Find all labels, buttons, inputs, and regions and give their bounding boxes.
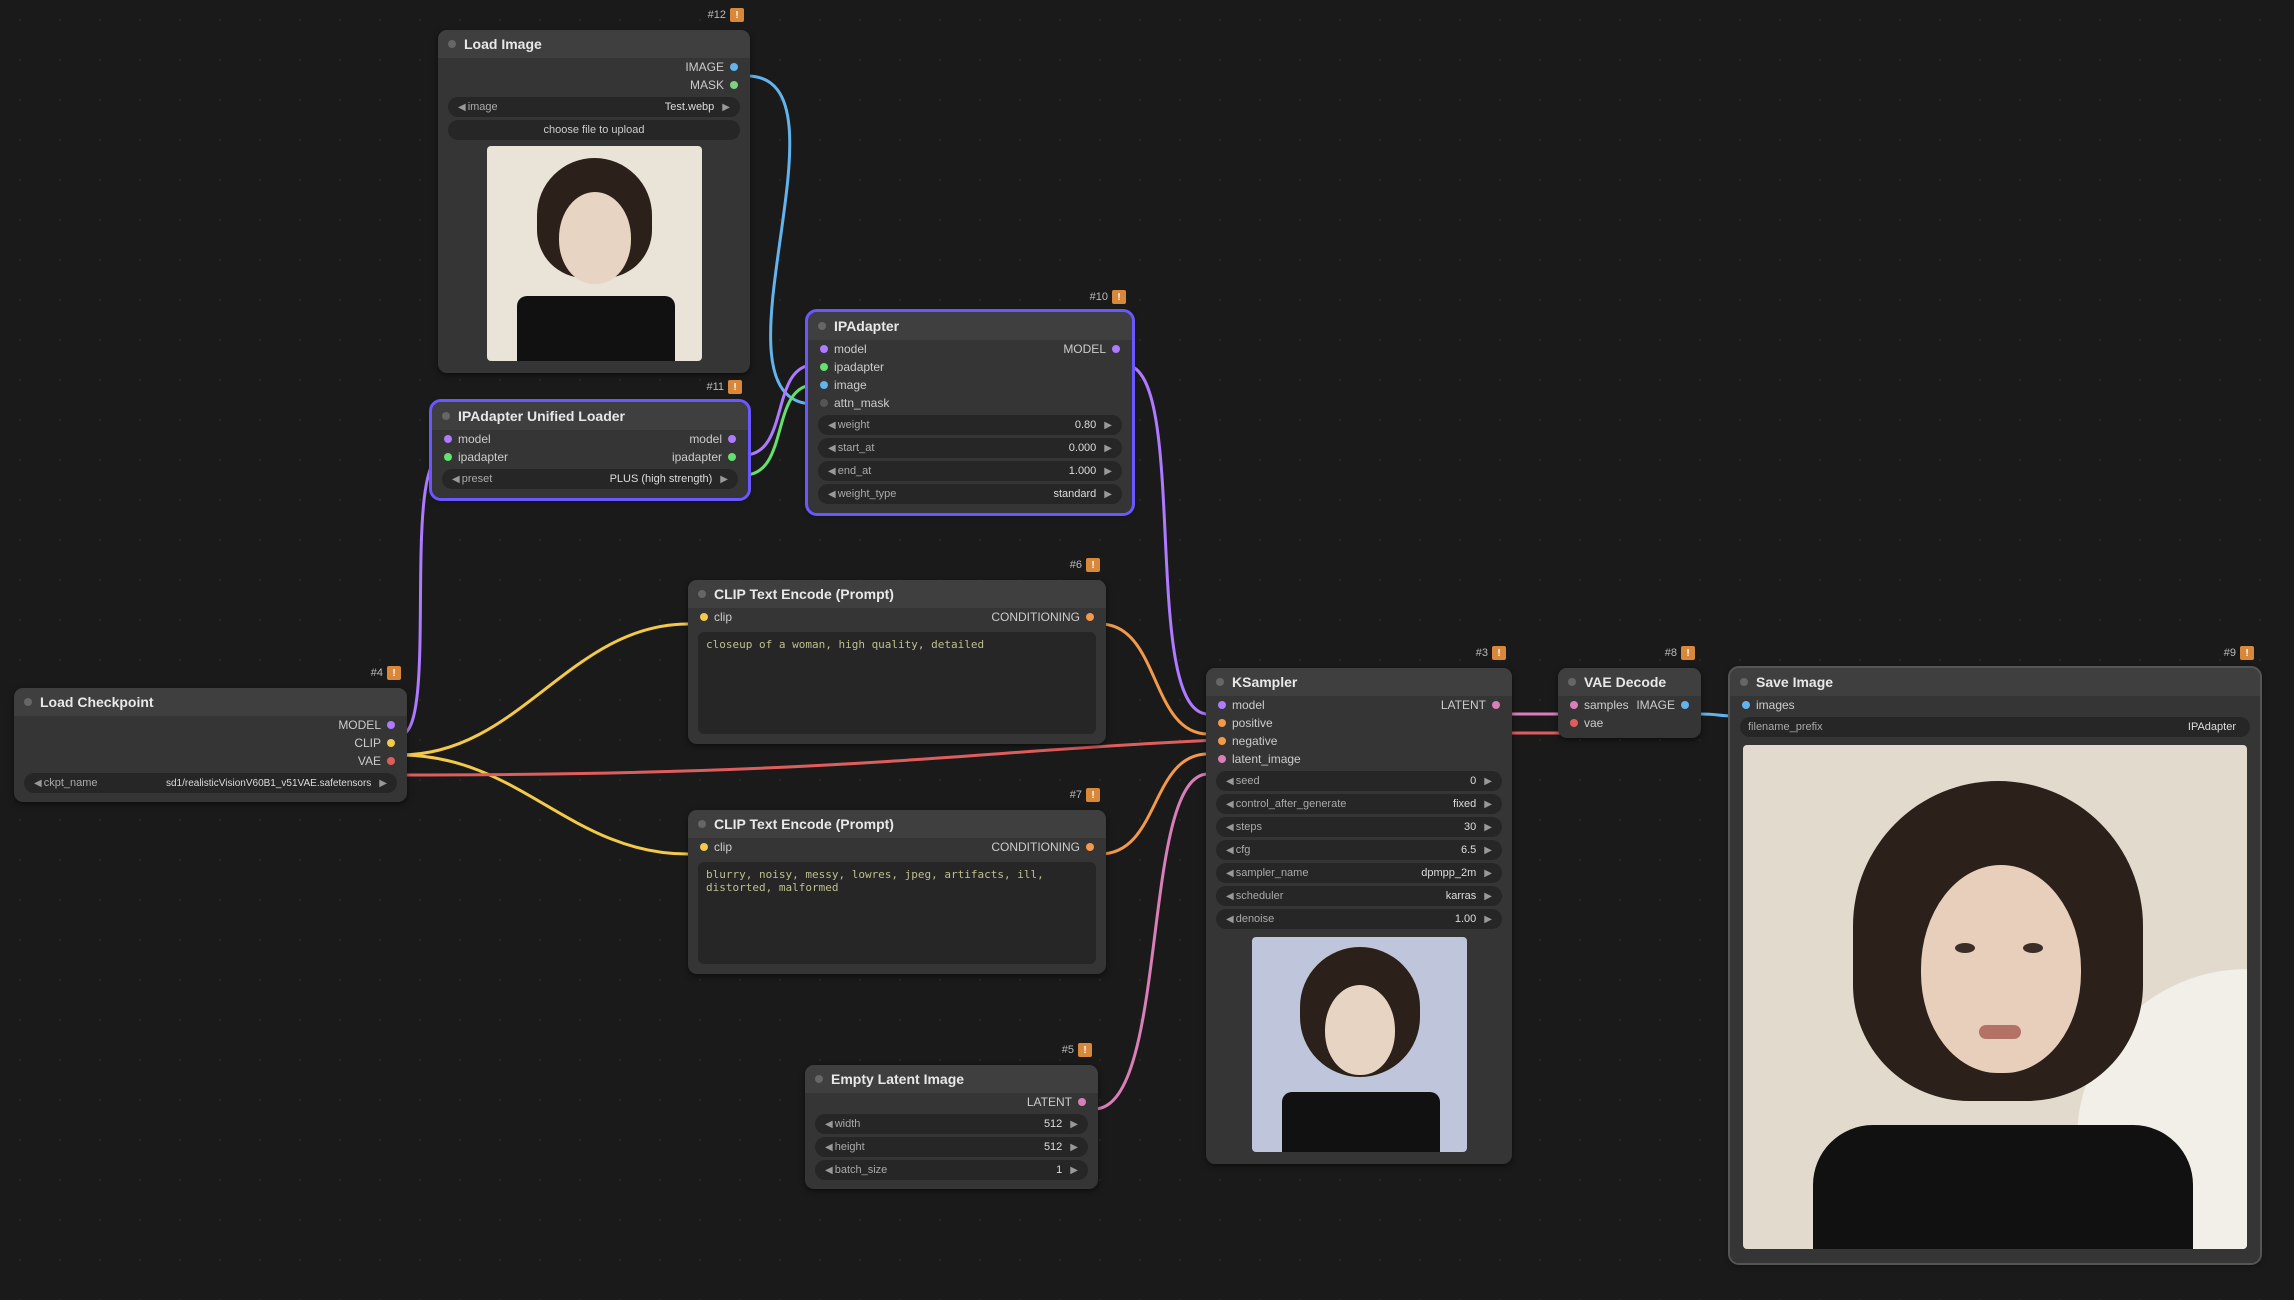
widget-width[interactable]: ◀width512▶ bbox=[815, 1114, 1088, 1134]
widget-height[interactable]: ◀height512▶ bbox=[815, 1137, 1088, 1157]
node-ipadapter-unified-loader[interactable]: #11! IPAdapter Unified Loader model mode… bbox=[432, 402, 748, 498]
node-title: IPAdapter bbox=[834, 318, 899, 334]
node-badge: #4! bbox=[371, 666, 401, 680]
node-badge: #12! bbox=[708, 8, 744, 22]
output-conditioning: CONDITIONING bbox=[991, 610, 1080, 624]
widget-sampler-name[interactable]: ◀sampler_namedpmpp_2m▶ bbox=[1216, 863, 1502, 883]
node-ksampler[interactable]: #3! KSampler model LATENT positive negat… bbox=[1206, 668, 1512, 1164]
input-image: image bbox=[834, 378, 867, 392]
save-image-preview bbox=[1743, 745, 2247, 1249]
input-model: model bbox=[834, 342, 867, 356]
node-vae-decode[interactable]: #8! VAE Decode samples IMAGE vae bbox=[1558, 668, 1701, 738]
node-title: Empty Latent Image bbox=[831, 1071, 964, 1087]
output-latent: LATENT bbox=[1027, 1095, 1072, 1109]
widget-seed[interactable]: ◀seed0▶ bbox=[1216, 771, 1502, 791]
node-ipadapter[interactable]: #10! IPAdapter model MODEL ipadapter ima… bbox=[808, 312, 1132, 513]
widget-batch-size[interactable]: ◀batch_size1▶ bbox=[815, 1160, 1088, 1180]
node-badge: #8! bbox=[1665, 646, 1695, 660]
node-load-image[interactable]: #12! Load Image IMAGE MASK ◀imageTest.we… bbox=[438, 30, 750, 373]
node-title: IPAdapter Unified Loader bbox=[458, 408, 625, 424]
node-empty-latent-image[interactable]: #5! Empty Latent Image LATENT ◀width512▶… bbox=[805, 1065, 1098, 1189]
widget-ckpt-name[interactable]: ◀ckpt_namesd1/realisticVisionV60B1_v51VA… bbox=[24, 773, 397, 793]
output-latent: LATENT bbox=[1441, 698, 1486, 712]
input-model: model bbox=[458, 432, 491, 446]
input-ipadapter: ipadapter bbox=[458, 450, 508, 464]
widget-filename-prefix[interactable]: filename_prefixIPAdapter bbox=[1740, 717, 2250, 737]
node-badge: #11! bbox=[706, 380, 742, 394]
widget-image[interactable]: ◀imageTest.webp▶ bbox=[448, 97, 740, 117]
output-model: MODEL bbox=[338, 718, 381, 732]
output-model: model bbox=[689, 432, 722, 446]
node-badge: #3! bbox=[1476, 646, 1506, 660]
node-badge: #5! bbox=[1062, 1043, 1092, 1057]
output-image: IMAGE bbox=[685, 60, 724, 74]
node-title: Save Image bbox=[1756, 674, 1833, 690]
input-attn-mask: attn_mask bbox=[834, 396, 889, 410]
input-negative: negative bbox=[1232, 734, 1277, 748]
input-samples: samples bbox=[1584, 698, 1629, 712]
node-title: Load Checkpoint bbox=[40, 694, 154, 710]
node-badge: #10! bbox=[1090, 290, 1126, 304]
widget-cfg[interactable]: ◀cfg6.5▶ bbox=[1216, 840, 1502, 860]
input-latent-image: latent_image bbox=[1232, 752, 1301, 766]
node-clip-text-encode-positive[interactable]: #6! CLIP Text Encode (Prompt) clip CONDI… bbox=[688, 580, 1106, 744]
widget-weight[interactable]: ◀weight0.80▶ bbox=[818, 415, 1122, 435]
node-badge: #7! bbox=[1070, 788, 1100, 802]
node-load-checkpoint[interactable]: #4! Load Checkpoint MODEL CLIP VAE ◀ckpt… bbox=[14, 688, 407, 802]
node-title: Load Image bbox=[464, 36, 542, 52]
widget-denoise[interactable]: ◀denoise1.00▶ bbox=[1216, 909, 1502, 929]
prompt-textarea[interactable]: blurry, noisy, messy, lowres, jpeg, arti… bbox=[698, 862, 1096, 964]
output-ipadapter: ipadapter bbox=[672, 450, 722, 464]
input-ipadapter: ipadapter bbox=[834, 360, 884, 374]
input-model: model bbox=[1232, 698, 1265, 712]
upload-button[interactable]: choose file to upload bbox=[448, 120, 740, 140]
output-mask: MASK bbox=[690, 78, 724, 92]
node-badge: #6! bbox=[1070, 558, 1100, 572]
prompt-textarea[interactable]: closeup of a woman, high quality, detail… bbox=[698, 632, 1096, 734]
input-images: images bbox=[1756, 698, 1795, 712]
ksampler-preview bbox=[1252, 937, 1467, 1152]
output-image: IMAGE bbox=[1636, 698, 1675, 712]
widget-start-at[interactable]: ◀start_at0.000▶ bbox=[818, 438, 1122, 458]
input-vae: vae bbox=[1584, 716, 1603, 730]
widget-end-at[interactable]: ◀end_at1.000▶ bbox=[818, 461, 1122, 481]
input-clip: clip bbox=[714, 840, 732, 854]
node-title: VAE Decode bbox=[1584, 674, 1666, 690]
widget-weight-type[interactable]: ◀weight_typestandard▶ bbox=[818, 484, 1122, 504]
node-title: CLIP Text Encode (Prompt) bbox=[714, 816, 894, 832]
output-vae: VAE bbox=[358, 754, 381, 768]
input-positive: positive bbox=[1232, 716, 1273, 730]
output-model: MODEL bbox=[1063, 342, 1106, 356]
widget-steps[interactable]: ◀steps30▶ bbox=[1216, 817, 1502, 837]
node-badge: #9! bbox=[2224, 646, 2254, 660]
widget-scheduler[interactable]: ◀schedulerkarras▶ bbox=[1216, 886, 1502, 906]
node-save-image[interactable]: #9! Save Image images filename_prefixIPA… bbox=[1730, 668, 2260, 1263]
input-clip: clip bbox=[714, 610, 732, 624]
node-title: CLIP Text Encode (Prompt) bbox=[714, 586, 894, 602]
node-title: KSampler bbox=[1232, 674, 1297, 690]
widget-preset[interactable]: ◀presetPLUS (high strength)▶ bbox=[442, 469, 738, 489]
output-clip: CLIP bbox=[354, 736, 381, 750]
node-clip-text-encode-negative[interactable]: #7! CLIP Text Encode (Prompt) clip CONDI… bbox=[688, 810, 1106, 974]
widget-control-after-generate[interactable]: ◀control_after_generatefixed▶ bbox=[1216, 794, 1502, 814]
load-image-preview bbox=[487, 146, 702, 361]
output-conditioning: CONDITIONING bbox=[991, 840, 1080, 854]
